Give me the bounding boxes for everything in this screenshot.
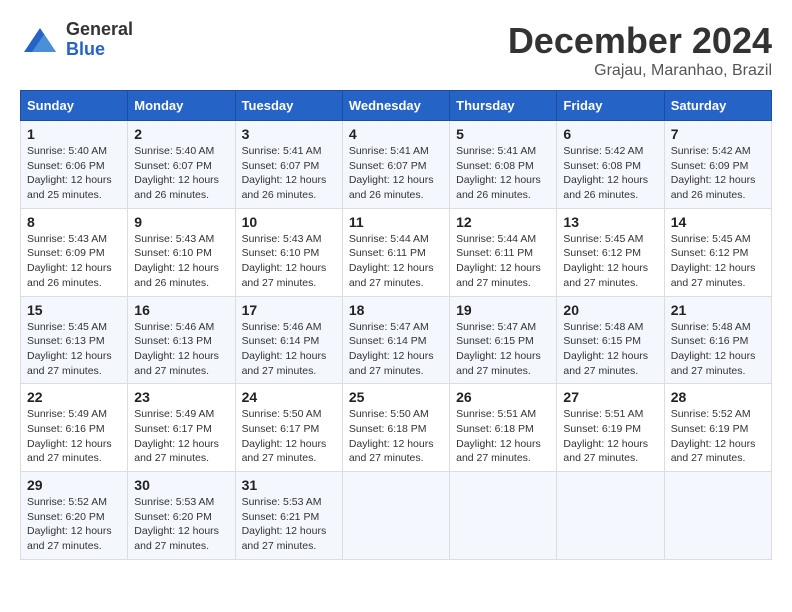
week-row-2: 8 Sunrise: 5:43 AMSunset: 6:09 PMDayligh…	[21, 208, 772, 296]
title-section: December 2024 Grajau, Maranhao, Brazil	[508, 20, 772, 80]
day-cell-24: 24 Sunrise: 5:50 AMSunset: 6:17 PMDaylig…	[235, 384, 342, 472]
day-cell-17: 17 Sunrise: 5:46 AMSunset: 6:14 PMDaylig…	[235, 296, 342, 384]
day-cell-8: 8 Sunrise: 5:43 AMSunset: 6:09 PMDayligh…	[21, 208, 128, 296]
day-cell-18: 18 Sunrise: 5:47 AMSunset: 6:14 PMDaylig…	[342, 296, 449, 384]
col-tuesday: Tuesday	[235, 91, 342, 121]
day-cell-20: 20 Sunrise: 5:48 AMSunset: 6:15 PMDaylig…	[557, 296, 664, 384]
day-cell-26: 26 Sunrise: 5:51 AMSunset: 6:18 PMDaylig…	[450, 384, 557, 472]
day-cell-10: 10 Sunrise: 5:43 AMSunset: 6:10 PMDaylig…	[235, 208, 342, 296]
col-friday: Friday	[557, 91, 664, 121]
empty-cell-4	[664, 472, 771, 560]
calendar-subtitle: Grajau, Maranhao, Brazil	[508, 62, 772, 80]
day-cell-22: 22 Sunrise: 5:49 AMSunset: 6:16 PMDaylig…	[21, 384, 128, 472]
logo-icon	[20, 20, 60, 60]
empty-cell-1	[342, 472, 449, 560]
day-cell-12: 12 Sunrise: 5:44 AMSunset: 6:11 PMDaylig…	[450, 208, 557, 296]
week-row-1: 1 Sunrise: 5:40 AMSunset: 6:06 PMDayligh…	[21, 121, 772, 209]
logo-line2: Blue	[66, 40, 133, 60]
day-cell-30: 30 Sunrise: 5:53 AMSunset: 6:20 PMDaylig…	[128, 472, 235, 560]
calendar-table: Sunday Monday Tuesday Wednesday Thursday…	[20, 90, 772, 560]
page-header: General Blue December 2024 Grajau, Maran…	[20, 20, 772, 80]
calendar-header-row: Sunday Monday Tuesday Wednesday Thursday…	[21, 91, 772, 121]
logo: General Blue	[20, 20, 133, 60]
day-cell-15: 15 Sunrise: 5:45 AMSunset: 6:13 PMDaylig…	[21, 296, 128, 384]
day-cell-2: 2 Sunrise: 5:40 AMSunset: 6:07 PMDayligh…	[128, 121, 235, 209]
day-cell-25: 25 Sunrise: 5:50 AMSunset: 6:18 PMDaylig…	[342, 384, 449, 472]
day-cell-7: 7 Sunrise: 5:42 AMSunset: 6:09 PMDayligh…	[664, 121, 771, 209]
col-monday: Monday	[128, 91, 235, 121]
day-cell-14: 14 Sunrise: 5:45 AMSunset: 6:12 PMDaylig…	[664, 208, 771, 296]
empty-cell-3	[557, 472, 664, 560]
day-cell-1: 1 Sunrise: 5:40 AMSunset: 6:06 PMDayligh…	[21, 121, 128, 209]
day-cell-23: 23 Sunrise: 5:49 AMSunset: 6:17 PMDaylig…	[128, 384, 235, 472]
col-thursday: Thursday	[450, 91, 557, 121]
week-row-4: 22 Sunrise: 5:49 AMSunset: 6:16 PMDaylig…	[21, 384, 772, 472]
week-row-3: 15 Sunrise: 5:45 AMSunset: 6:13 PMDaylig…	[21, 296, 772, 384]
col-wednesday: Wednesday	[342, 91, 449, 121]
day-cell-9: 9 Sunrise: 5:43 AMSunset: 6:10 PMDayligh…	[128, 208, 235, 296]
logo-line1: General	[66, 20, 133, 40]
calendar-title: December 2024	[508, 20, 772, 62]
day-cell-27: 27 Sunrise: 5:51 AMSunset: 6:19 PMDaylig…	[557, 384, 664, 472]
day-cell-6: 6 Sunrise: 5:42 AMSunset: 6:08 PMDayligh…	[557, 121, 664, 209]
col-saturday: Saturday	[664, 91, 771, 121]
day-cell-19: 19 Sunrise: 5:47 AMSunset: 6:15 PMDaylig…	[450, 296, 557, 384]
day-cell-13: 13 Sunrise: 5:45 AMSunset: 6:12 PMDaylig…	[557, 208, 664, 296]
empty-cell-2	[450, 472, 557, 560]
day-cell-11: 11 Sunrise: 5:44 AMSunset: 6:11 PMDaylig…	[342, 208, 449, 296]
day-cell-21: 21 Sunrise: 5:48 AMSunset: 6:16 PMDaylig…	[664, 296, 771, 384]
day-cell-28: 28 Sunrise: 5:52 AMSunset: 6:19 PMDaylig…	[664, 384, 771, 472]
day-cell-4: 4 Sunrise: 5:41 AMSunset: 6:07 PMDayligh…	[342, 121, 449, 209]
col-sunday: Sunday	[21, 91, 128, 121]
day-cell-31: 31 Sunrise: 5:53 AMSunset: 6:21 PMDaylig…	[235, 472, 342, 560]
week-row-5: 29 Sunrise: 5:52 AMSunset: 6:20 PMDaylig…	[21, 472, 772, 560]
day-cell-5: 5 Sunrise: 5:41 AMSunset: 6:08 PMDayligh…	[450, 121, 557, 209]
day-cell-29: 29 Sunrise: 5:52 AMSunset: 6:20 PMDaylig…	[21, 472, 128, 560]
day-cell-16: 16 Sunrise: 5:46 AMSunset: 6:13 PMDaylig…	[128, 296, 235, 384]
day-cell-3: 3 Sunrise: 5:41 AMSunset: 6:07 PMDayligh…	[235, 121, 342, 209]
